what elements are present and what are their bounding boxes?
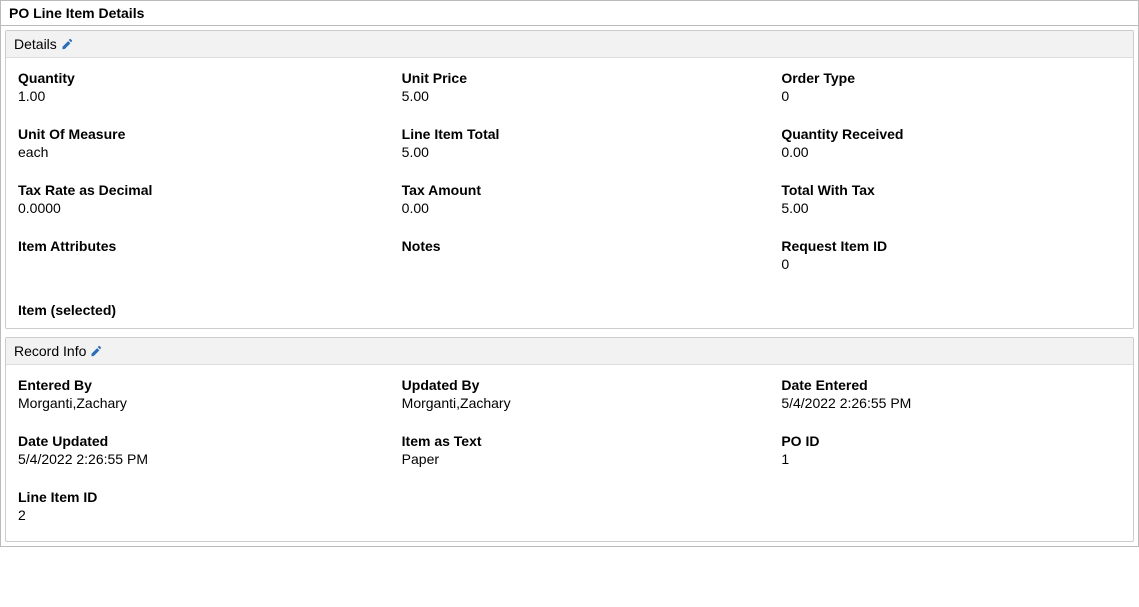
details-header-title: Details <box>14 36 57 52</box>
details-header: Details <box>6 31 1133 58</box>
field-date-updated: Date Updated 5/4/2022 2:26:55 PM <box>18 433 370 467</box>
field-total-with-tax: Total With Tax 5.00 <box>769 182 1121 216</box>
label-tax-amount: Tax Amount <box>402 182 746 198</box>
value-order-type: 0 <box>781 88 1121 104</box>
details-grid: Quantity 1.00 Unit Price 5.00 Order Type… <box>6 58 1133 290</box>
value-item-as-text: Paper <box>402 451 746 467</box>
value-tax-amount: 0.00 <box>402 200 746 216</box>
label-date-entered: Date Entered <box>781 377 1121 393</box>
value-uom: each <box>18 144 370 160</box>
value-unit-price: 5.00 <box>402 88 746 104</box>
value-total-with-tax: 5.00 <box>781 200 1121 216</box>
record-info-header: Record Info <box>6 338 1133 365</box>
field-uom: Unit Of Measure each <box>18 126 370 160</box>
po-line-item-panel: PO Line Item Details Details Quantity 1.… <box>0 0 1139 547</box>
label-request-item-id: Request Item ID <box>781 238 1121 254</box>
field-entered-by: Entered By Morganti,Zachary <box>18 377 370 411</box>
pencil-icon[interactable] <box>61 38 73 50</box>
label-tax-rate: Tax Rate as Decimal <box>18 182 370 198</box>
record-info-section: Record Info Entered By Morganti,Zachary … <box>5 337 1134 542</box>
field-line-item-total: Line Item Total 5.00 <box>394 126 746 160</box>
label-line-item-total: Line Item Total <box>402 126 746 142</box>
label-notes: Notes <box>402 238 746 254</box>
label-order-type: Order Type <box>781 70 1121 86</box>
details-item-selected-row: Item (selected) <box>6 290 1133 328</box>
field-order-type: Order Type 0 <box>769 70 1121 104</box>
label-date-updated: Date Updated <box>18 433 370 449</box>
field-date-entered: Date Entered 5/4/2022 2:26:55 PM <box>769 377 1121 411</box>
panel-title: PO Line Item Details <box>1 1 1138 26</box>
label-item-as-text: Item as Text <box>402 433 746 449</box>
value-po-id: 1 <box>781 451 1121 467</box>
value-date-entered: 5/4/2022 2:26:55 PM <box>781 395 1121 411</box>
label-po-id: PO ID <box>781 433 1121 449</box>
label-item-attributes: Item Attributes <box>18 238 370 254</box>
field-unit-price: Unit Price 5.00 <box>394 70 746 104</box>
value-date-updated: 5/4/2022 2:26:55 PM <box>18 451 370 467</box>
value-line-item-total: 5.00 <box>402 144 746 160</box>
value-line-item-id: 2 <box>18 507 370 523</box>
value-entered-by: Morganti,Zachary <box>18 395 370 411</box>
record-info-grid: Entered By Morganti,Zachary Updated By M… <box>6 365 1133 541</box>
field-tax-amount: Tax Amount 0.00 <box>394 182 746 216</box>
field-item-as-text: Item as Text Paper <box>394 433 746 467</box>
value-updated-by: Morganti,Zachary <box>402 395 746 411</box>
label-entered-by: Entered By <box>18 377 370 393</box>
label-unit-price: Unit Price <box>402 70 746 86</box>
field-tax-rate: Tax Rate as Decimal 0.0000 <box>18 182 370 216</box>
field-notes: Notes <box>394 238 746 272</box>
value-request-item-id: 0 <box>781 256 1121 272</box>
label-quantity: Quantity <box>18 70 370 86</box>
label-line-item-id: Line Item ID <box>18 489 370 505</box>
details-section: Details Quantity 1.00 Unit Price 5.00 Or… <box>5 30 1134 329</box>
pencil-icon[interactable] <box>90 345 102 357</box>
field-line-item-id: Line Item ID 2 <box>18 489 370 523</box>
label-total-with-tax: Total With Tax <box>781 182 1121 198</box>
field-quantity: Quantity 1.00 <box>18 70 370 104</box>
field-item-attributes: Item Attributes <box>18 238 370 272</box>
value-qty-received: 0.00 <box>781 144 1121 160</box>
value-tax-rate: 0.0000 <box>18 200 370 216</box>
label-updated-by: Updated By <box>402 377 746 393</box>
label-uom: Unit Of Measure <box>18 126 370 142</box>
label-item-selected: Item (selected) <box>18 302 1133 318</box>
field-po-id: PO ID 1 <box>769 433 1121 467</box>
panel-title-text: PO Line Item Details <box>9 5 144 21</box>
field-request-item-id: Request Item ID 0 <box>769 238 1121 272</box>
value-quantity: 1.00 <box>18 88 370 104</box>
record-info-header-title: Record Info <box>14 343 86 359</box>
field-updated-by: Updated By Morganti,Zachary <box>394 377 746 411</box>
label-qty-received: Quantity Received <box>781 126 1121 142</box>
field-item-selected: Item (selected) <box>18 302 1133 318</box>
field-qty-received: Quantity Received 0.00 <box>769 126 1121 160</box>
